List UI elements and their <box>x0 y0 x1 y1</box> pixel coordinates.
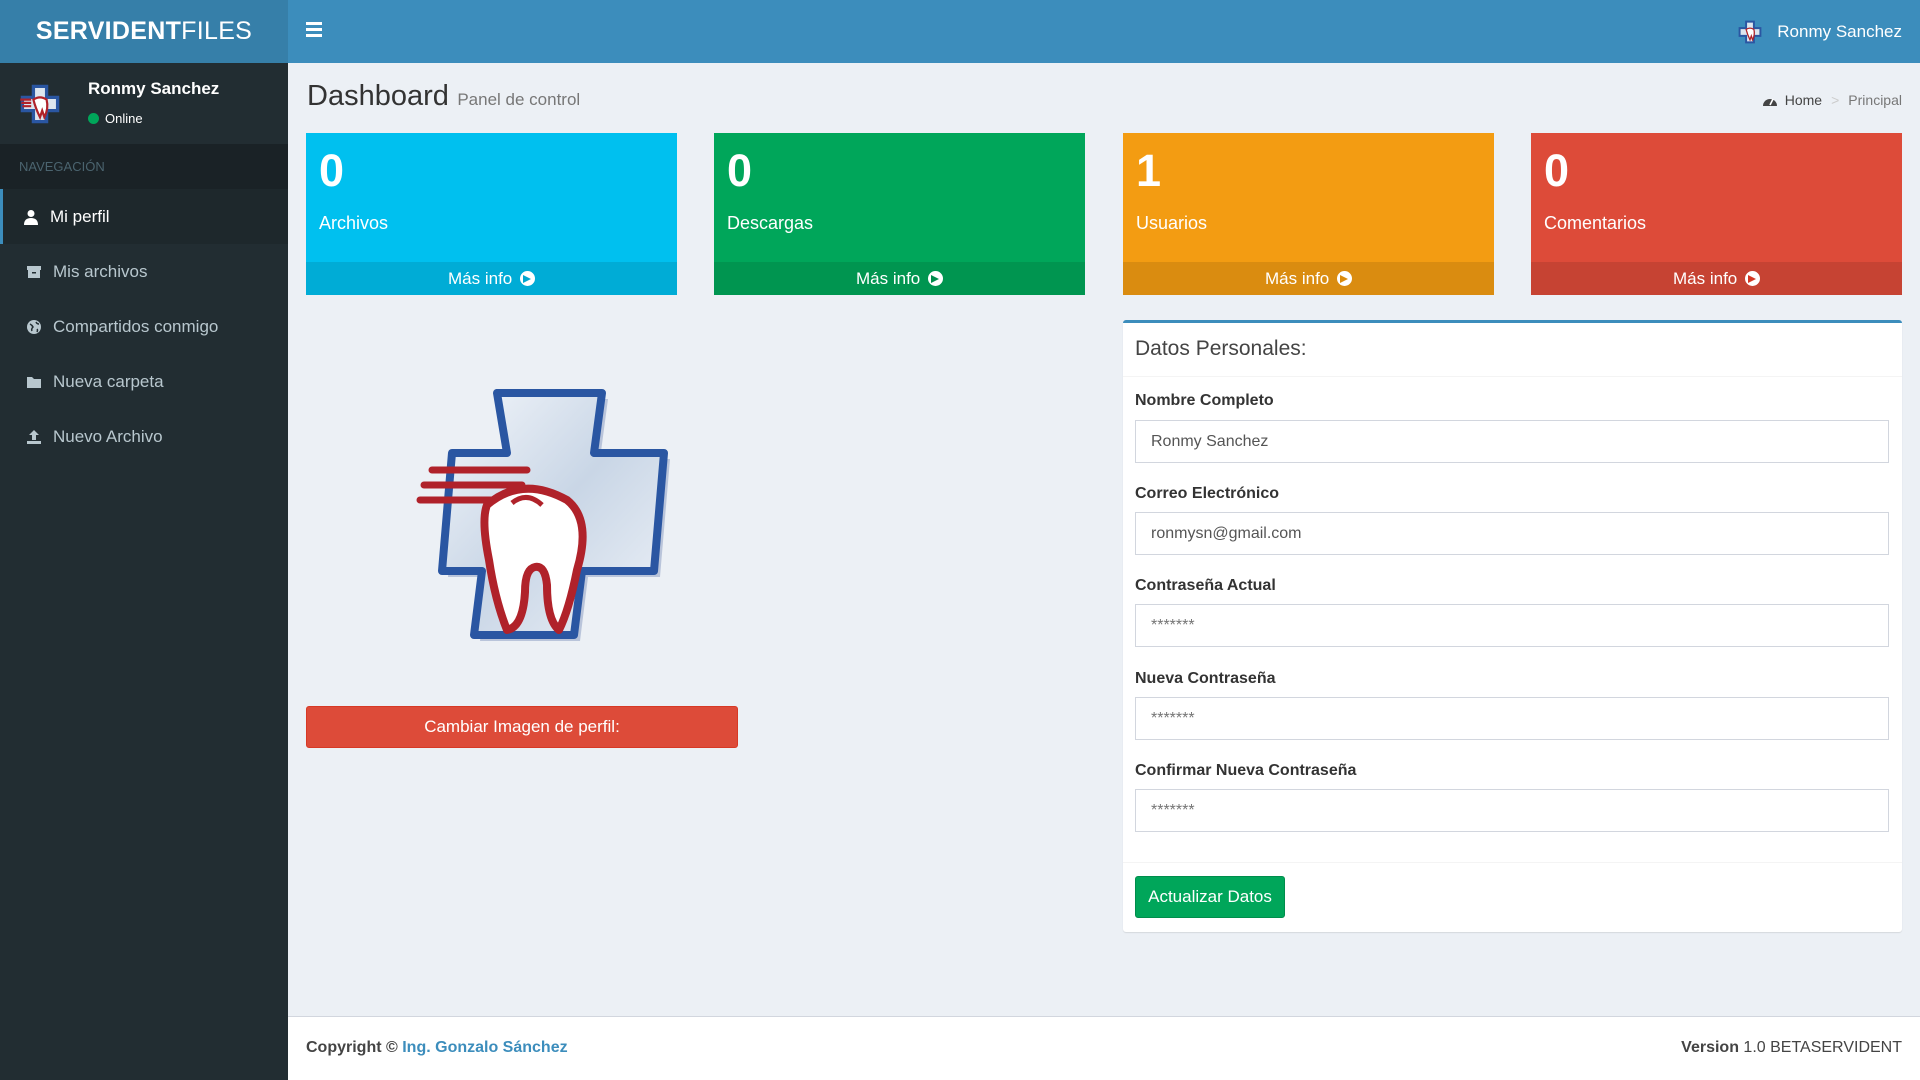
sidebar-item-label: Mis archivos <box>53 261 148 281</box>
dashboard-icon <box>1762 98 1777 106</box>
user-panel: Ronmy Sanchez Online <box>0 63 288 144</box>
version-info: Version 1.0 BETASERVIDENT <box>1681 1039 1902 1057</box>
stat-label: Usuarios <box>1136 213 1208 233</box>
top-navbar: SERVIDENTFILES Ronmy Sanchez <box>0 0 1920 63</box>
more-info-link[interactable]: Más info <box>1123 262 1494 295</box>
stat-label: Descargas <box>727 213 814 233</box>
sidebar-item-label: Compartidos conmigo <box>53 316 219 336</box>
stat-value: 0 <box>319 145 345 196</box>
change-profile-image-button[interactable]: Cambiar Imagen de perfil: <box>306 706 738 748</box>
user-avatar-icon <box>1738 20 1762 43</box>
more-info-link[interactable]: Más info <box>714 262 1085 295</box>
sidebar-avatar <box>20 84 60 124</box>
page-subtitle: Panel de control <box>457 90 581 109</box>
folder-icon <box>25 373 43 391</box>
arrow-circle-right-icon <box>1744 271 1760 286</box>
sidebar-toggle-icon[interactable] <box>302 19 326 43</box>
personal-data-panel: Datos Personales: Nombre Completo Correo… <box>1123 320 1902 932</box>
panel-title: Datos Personales: <box>1123 323 1902 377</box>
more-info-label: Más info <box>1673 269 1738 288</box>
sidebar-item-nueva-carpeta[interactable]: Nueva carpeta <box>0 354 288 409</box>
stat-value: 0 <box>727 145 753 196</box>
email-label: Correo Electrónico <box>1135 485 1280 502</box>
stat-label: Comentarios <box>1544 213 1647 233</box>
arrow-circle-right-icon <box>927 271 943 286</box>
current-password-input[interactable] <box>1135 604 1889 647</box>
content-header: Dashboard Panel de control <box>307 80 580 113</box>
header-user-name: Ronmy Sanchez <box>1777 21 1902 41</box>
version-label: Version <box>1681 1039 1739 1056</box>
sidebar: Ronmy Sanchez Online NAVEGACIÓN Mi perfi… <box>0 63 288 1080</box>
stat-value: 0 <box>1544 145 1570 196</box>
sidebar-item-label: Mi perfil <box>50 206 110 226</box>
breadcrumb-separator: > <box>1831 92 1840 108</box>
brand-logo[interactable]: SERVIDENTFILES <box>0 0 288 63</box>
sidebar-item-mis-archivos[interactable]: Mis archivos <box>0 244 288 299</box>
more-info-label: Más info <box>1265 269 1330 288</box>
profile-image <box>416 389 670 641</box>
current-password-label: Contraseña Actual <box>1135 577 1276 594</box>
sidebar-item-compartidos[interactable]: Compartidos conmigo <box>0 299 288 354</box>
arrow-circle-right-icon <box>1336 271 1352 286</box>
sidebar-menu: Mi perfil Mis archivos Compartidos conmi… <box>0 189 288 464</box>
globe-icon <box>25 318 43 336</box>
email-input[interactable] <box>1135 512 1889 555</box>
stat-box-comentarios: 0 Comentarios Más info <box>1531 133 1902 295</box>
confirm-password-label: Confirmar Nueva Contraseña <box>1135 762 1357 779</box>
full-name-label: Nombre Completo <box>1135 392 1274 409</box>
status-label: Online <box>105 111 143 126</box>
breadcrumb-current: Principal <box>1848 92 1902 108</box>
full-name-input[interactable] <box>1135 420 1889 463</box>
more-info-label: Más info <box>448 269 513 288</box>
sidebar-user-name: Ronmy Sanchez <box>88 79 220 98</box>
sidebar-item-mi-perfil[interactable]: Mi perfil <box>0 189 288 244</box>
stat-box-descargas: 0 Descargas Más info <box>714 133 1085 295</box>
sidebar-item-label: Nueva carpeta <box>53 371 164 391</box>
stat-label: Archivos <box>319 213 389 233</box>
more-info-link[interactable]: Más info <box>1531 262 1902 295</box>
breadcrumb-home[interactable]: Home <box>1762 92 1822 108</box>
arrow-circle-right-icon <box>519 271 535 286</box>
panel-footer: Actualizar Datos <box>1123 862 1902 932</box>
author-link[interactable]: Ing. Gonzalo Sánchez <box>402 1039 567 1056</box>
user-icon <box>22 208 40 226</box>
brand-bold: SERVIDENT <box>35 17 182 45</box>
online-status: Online <box>88 111 143 126</box>
more-info-label: Más info <box>856 269 921 288</box>
stat-box-usuarios: 1 Usuarios Más info <box>1123 133 1494 295</box>
brand-light: FILES <box>181 17 253 45</box>
version-value: 1.0 BETASERVIDENT <box>1743 1039 1902 1056</box>
online-dot-icon <box>88 113 99 124</box>
main-footer: Copyright © Ing. Gonzalo Sánchez Version… <box>288 1016 1920 1080</box>
archive-icon <box>25 263 43 281</box>
breadcrumb: Home > Principal <box>1762 92 1902 108</box>
confirm-password-input[interactable] <box>1135 789 1889 832</box>
page-title: Dashboard <box>307 80 449 112</box>
new-password-label: Nueva Contraseña <box>1135 670 1276 687</box>
copyright-label: Copyright © <box>306 1039 398 1056</box>
copyright: Copyright © Ing. Gonzalo Sánchez <box>306 1039 568 1057</box>
nav-header: NAVEGACIÓN <box>0 144 288 189</box>
stat-value: 1 <box>1136 145 1162 196</box>
upload-icon <box>25 428 43 446</box>
sidebar-item-label: Nuevo Archivo <box>53 426 163 446</box>
sidebar-item-nuevo-archivo[interactable]: Nuevo Archivo <box>0 409 288 464</box>
user-menu[interactable]: Ronmy Sanchez <box>1737 0 1902 63</box>
new-password-input[interactable] <box>1135 697 1889 740</box>
stat-box-archivos: 0 Archivos Más info <box>306 133 677 295</box>
breadcrumb-home-label: Home <box>1784 92 1823 108</box>
update-data-button[interactable]: Actualizar Datos <box>1135 876 1285 918</box>
more-info-link[interactable]: Más info <box>306 262 677 295</box>
